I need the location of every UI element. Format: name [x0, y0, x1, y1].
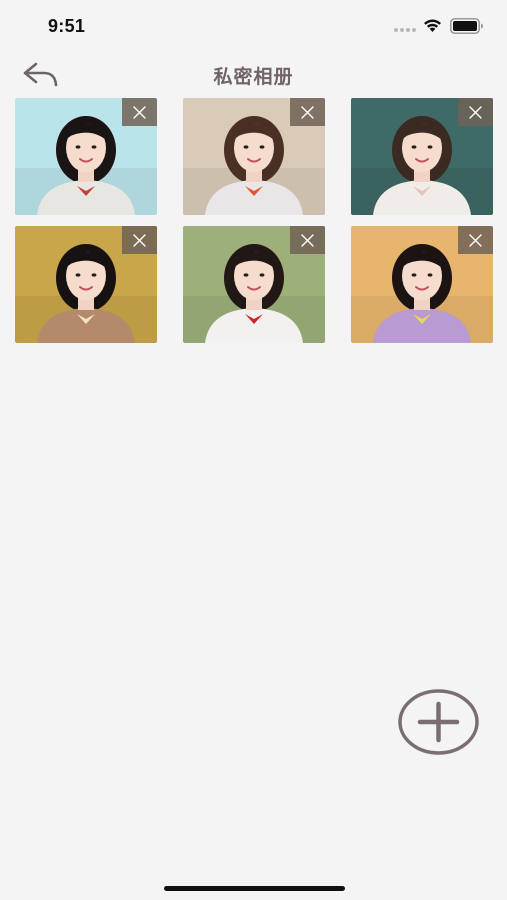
close-icon	[133, 234, 146, 247]
wifi-icon	[424, 19, 441, 32]
delete-photo-button[interactable]	[458, 226, 493, 254]
delete-photo-button[interactable]	[290, 98, 325, 126]
close-icon	[301, 106, 314, 119]
close-icon	[301, 234, 314, 247]
cellular-signal-icon	[394, 28, 416, 32]
delete-photo-button[interactable]	[290, 226, 325, 254]
photo-thumbnail[interactable]	[183, 226, 325, 343]
delete-photo-button[interactable]	[122, 98, 157, 126]
close-icon	[469, 234, 482, 247]
delete-photo-button[interactable]	[458, 98, 493, 126]
close-icon	[133, 106, 146, 119]
photo-thumbnail[interactable]	[351, 226, 493, 343]
private-album-screen: 9:51 私密相册	[0, 0, 507, 900]
home-indicator[interactable]	[164, 886, 345, 891]
page-title: 私密相册	[213, 66, 294, 88]
photo-thumbnail[interactable]	[15, 226, 157, 343]
battery-icon	[450, 18, 483, 34]
photo-thumbnail[interactable]	[183, 98, 325, 215]
photo-thumbnail[interactable]	[15, 98, 157, 215]
status-bar: 9:51	[0, 0, 507, 52]
status-time: 9:51	[48, 16, 86, 36]
delete-photo-button[interactable]	[122, 226, 157, 254]
photo-thumbnail[interactable]	[351, 98, 493, 215]
plus-circle-icon	[398, 689, 479, 755]
add-photo-button[interactable]	[398, 689, 479, 755]
navigation-bar: 私密相册	[0, 52, 507, 98]
close-icon	[469, 106, 482, 119]
